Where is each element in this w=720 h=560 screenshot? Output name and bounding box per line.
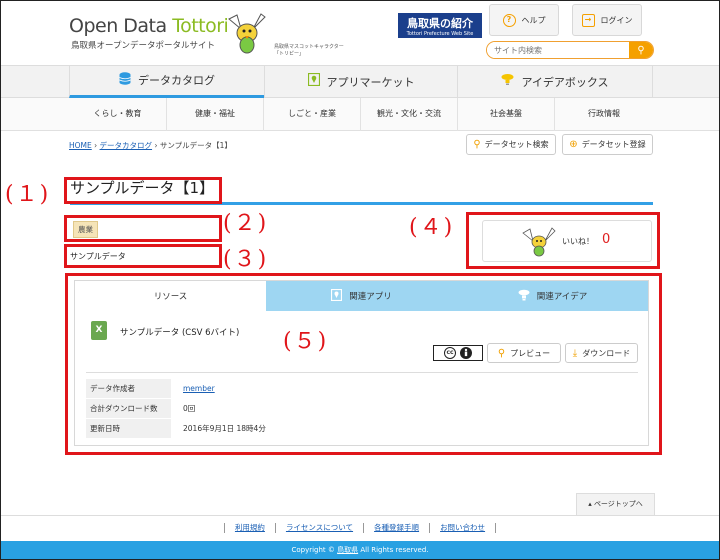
search-icon[interactable]: ⚲ (629, 42, 653, 58)
mascot-image (223, 11, 271, 55)
plus-circle-icon: ⊕ (569, 139, 578, 150)
sub-nav-tourism-culture[interactable]: 観光・文化・交流 (360, 98, 457, 131)
sub-nav-administration[interactable]: 行政情報 (554, 98, 653, 131)
annotation-box-4 (466, 212, 660, 269)
annotation-label-2: (２) (223, 211, 269, 236)
footer-link-terms[interactable]: 利用規約 (223, 523, 275, 533)
breadcrumb: HOME › データカタログ › サンプルデータ【1】 (69, 141, 232, 150)
annotation-box-1 (64, 177, 222, 204)
footer-link-registration[interactable]: 各種登録手順 (363, 523, 429, 533)
main-nav-app-market[interactable]: アプリマーケット (264, 65, 457, 98)
mascot-caption: 鳥取県マスコットキャラクター 「トリピー」 (274, 44, 344, 57)
dataset-register-button[interactable]: ⊕ データセット登録 (562, 134, 653, 155)
database-icon (119, 71, 131, 89)
lightbulb-icon (501, 73, 514, 90)
annotation-box-2 (64, 215, 222, 242)
sub-nav-infrastructure[interactable]: 社会基盤 (457, 98, 554, 131)
page-top-button[interactable]: ▴ ページトップへ (576, 493, 655, 515)
annotation-label-5: (５) (283, 329, 329, 354)
footer-links: 利用規約 ライセンスについて 各種登録手順 お問い合わせ (1, 515, 719, 540)
logo-text-tottori: Tottori (172, 15, 229, 37)
search-icon: ⚲ (473, 139, 481, 150)
breadcrumb-home[interactable]: HOME (69, 141, 92, 150)
copyright-owner-link[interactable]: 鳥取県 (337, 546, 358, 554)
chevron-up-icon: ▴ (588, 500, 592, 508)
breadcrumb-current: サンプルデータ【1】 (159, 141, 232, 150)
main-nav-idea-box[interactable]: アイデアボックス (457, 65, 653, 98)
annotation-label-3: (３) (223, 247, 269, 272)
annotation-label-4: (４) (409, 215, 455, 240)
sub-nav-work-industry[interactable]: しごと・産業 (263, 98, 360, 131)
search-input[interactable] (487, 42, 629, 58)
site-search: ⚲ (486, 41, 654, 59)
logo-text-opendata: Open Data (69, 15, 173, 37)
annotation-label-1: (１) (5, 182, 51, 207)
footer-link-license[interactable]: ライセンスについて (274, 523, 363, 533)
login-button[interactable]: → ログイン (572, 4, 642, 36)
copyright-bar: Copyright © 鳥取県 All Rights reserved. (1, 541, 719, 559)
main-nav-data-catalog[interactable]: データカタログ (69, 65, 264, 98)
map-pin-icon (307, 72, 320, 90)
site-logo-title[interactable]: Open Data Tottori (69, 15, 229, 37)
prefecture-site-button[interactable]: 鳥取県の紹介 Tottori Prefecture Web Site (398, 13, 482, 38)
dataset-search-button[interactable]: ⚲ データセット検索 (466, 134, 556, 155)
footer-link-contact[interactable]: お問い合わせ (429, 523, 497, 533)
question-icon: ? (502, 13, 516, 27)
login-icon: → (581, 13, 595, 27)
sub-nav-health-welfare[interactable]: 健康・福祉 (166, 98, 263, 131)
help-button[interactable]: ? ヘルプ (489, 4, 559, 36)
breadcrumb-data-catalog[interactable]: データカタログ (100, 141, 153, 150)
annotation-box-5 (65, 273, 662, 455)
logo-subtitle: 鳥取県オープンデータポータルサイト (71, 41, 215, 51)
sub-nav-life-education[interactable]: くらし・教育 (69, 98, 166, 131)
annotation-box-3 (64, 244, 222, 268)
